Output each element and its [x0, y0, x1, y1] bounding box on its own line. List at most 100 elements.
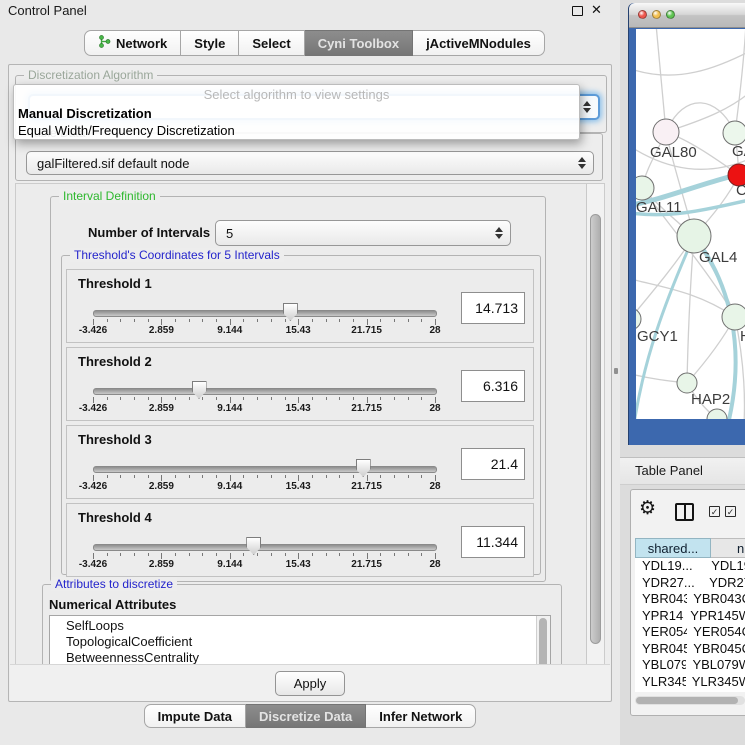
network-icon: [98, 35, 111, 51]
threshold-value-field[interactable]: 21.4: [461, 448, 525, 480]
slider-tick: [394, 553, 395, 556]
threshold-slider-thumb[interactable]: [246, 537, 261, 555]
tab-discretize-data[interactable]: Discretize Data: [246, 704, 366, 728]
tab-cyni-toolbox-label: Cyni Toolbox: [318, 36, 399, 51]
table-panel-box: ⚙ ✓ ✓ shared... n YDL19...YDL19YDR27...Y…: [630, 489, 745, 716]
network-node[interactable]: [636, 176, 654, 200]
slider-tick: [243, 319, 244, 322]
threshold-slider-track[interactable]: [93, 388, 437, 395]
table-row[interactable]: YBL079WYBL079W: [635, 657, 745, 674]
table-row[interactable]: YLR345WYLR345W: [635, 674, 745, 691]
table-row[interactable]: YPR145WYPR145W: [635, 608, 745, 625]
attribute-list-item[interactable]: TopologicalCoefficient: [50, 634, 550, 650]
threshold-value-field[interactable]: 6.316: [461, 370, 525, 402]
node-attribute-table[interactable]: shared... n YDL19...YDL19YDR27...YDR27YB…: [635, 538, 745, 692]
gear-icon[interactable]: ⚙: [639, 499, 656, 518]
threshold-label: Threshold 3: [78, 432, 152, 447]
network-node[interactable]: [722, 304, 745, 330]
column-header-shared[interactable]: shared...: [635, 538, 711, 558]
slider-tick: [339, 553, 340, 556]
tab-cyni-toolbox[interactable]: Cyni Toolbox: [305, 30, 413, 56]
threshold-slider-track[interactable]: [93, 544, 437, 551]
threshold-slider-thumb[interactable]: [192, 381, 207, 399]
network-node[interactable]: [653, 119, 679, 145]
apply-button[interactable]: Apply: [275, 671, 345, 696]
mac-minimize-button[interactable]: [652, 10, 661, 19]
float-window-icon[interactable]: [572, 6, 583, 16]
slider-tick: [134, 475, 135, 478]
table-horizontal-scrollbar[interactable]: [635, 696, 745, 705]
close-icon[interactable]: ✕: [591, 2, 602, 18]
number-of-intervals-combobox[interactable]: 5: [215, 220, 511, 246]
table-row[interactable]: YER054CYER054C: [635, 624, 745, 641]
network-window-titlebar[interactable]: [629, 3, 745, 28]
network-canvas[interactable]: GAL80GACGAL11GAL4GCY1HHAP2: [636, 29, 745, 419]
slider-tick: [285, 553, 286, 556]
column-header-name[interactable]: n: [711, 538, 745, 558]
threshold-slider-track[interactable]: [93, 466, 437, 473]
table-row[interactable]: YBR043CYBR043C: [635, 591, 745, 608]
table-row[interactable]: YDR27...YDR27: [635, 575, 745, 592]
network-node-label: H: [740, 328, 745, 345]
algorithm-option-manual[interactable]: Manual Discretization: [14, 105, 579, 122]
apply-row: Apply: [10, 664, 610, 701]
cell-name: YER054C: [687, 624, 745, 641]
table-row[interactable]: YDL19...YDL19: [635, 558, 745, 575]
threshold-value-field[interactable]: 14.713: [461, 292, 525, 324]
algorithm-dropdown-popup: Select algorithm to view settings Manual…: [13, 84, 580, 140]
checkbox-icon-2[interactable]: ✓: [725, 506, 736, 517]
splitpane-divider-handle[interactable]: [614, 368, 618, 374]
slider-tick-label: 2.859: [149, 403, 174, 414]
table-panel-title: Table Panel: [635, 463, 703, 478]
table-data-selected-value: galFiltered.sif default node: [37, 156, 189, 171]
table-row[interactable]: YBR045CYBR045C: [635, 641, 745, 658]
table-data-group: Table Data galFiltered.sif default node: [15, 133, 603, 181]
numerical-attributes-list[interactable]: SelfLoopsTopologicalCoefficientBetweenne…: [49, 615, 551, 665]
slider-tick: [216, 397, 217, 400]
slider-tick: [271, 397, 272, 400]
threshold-slider-thumb[interactable]: [356, 459, 371, 477]
tab-jactivemnodules[interactable]: jActiveMNodules: [413, 30, 545, 56]
slider-tick: [285, 397, 286, 400]
table-data-combobox[interactable]: galFiltered.sif default node: [26, 151, 594, 175]
tab-impute-data[interactable]: Impute Data: [144, 704, 246, 728]
settings-vertical-scrollbar[interactable]: [586, 184, 604, 664]
slider-tick: [326, 553, 327, 556]
slider-tick-label: 15.43: [286, 481, 311, 492]
network-node-label: GA: [732, 143, 745, 160]
slider-tick: [408, 475, 409, 478]
network-node[interactable]: [677, 373, 697, 393]
tab-style[interactable]: Style: [181, 30, 239, 56]
table-row[interactable]: YIL052CYIL052C: [635, 690, 745, 692]
network-node[interactable]: [677, 219, 711, 253]
tab-network[interactable]: Network: [84, 30, 181, 56]
network-node[interactable]: [636, 308, 641, 330]
columns-icon[interactable]: [675, 503, 694, 521]
slider-tick: [312, 397, 313, 400]
attributes-list-scrollbar[interactable]: [536, 616, 550, 665]
table-rows: YDL19...YDL19YDR27...YDR27YBR043CYBR043C…: [635, 558, 745, 692]
slider-tick-label: 28: [429, 325, 440, 336]
attribute-list-item[interactable]: SelfLoops: [50, 618, 550, 634]
threshold-row: Threshold 2-3.4262.8599.14415.4321.71528…: [66, 347, 534, 421]
network-node[interactable]: [707, 409, 727, 419]
combo-arrows-icon: [583, 101, 591, 113]
slider-tick: [421, 553, 422, 556]
threshold-value-field[interactable]: 11.344: [461, 526, 525, 558]
slider-tick: [380, 319, 381, 322]
threshold-slider-track[interactable]: [93, 310, 437, 317]
tab-infer-network[interactable]: Infer Network: [366, 704, 476, 728]
algorithm-option-equal-width[interactable]: Equal Width/Frequency Discretization: [14, 122, 579, 139]
tab-select[interactable]: Select: [239, 30, 304, 56]
slider-tick-label: 9.144: [217, 559, 242, 570]
mac-close-button[interactable]: [638, 10, 647, 19]
network-node[interactable]: [723, 121, 745, 145]
slider-tick: [353, 397, 354, 400]
cell-name: YPR145W: [684, 608, 745, 625]
slider-tick: [353, 319, 354, 322]
slider-tick: [107, 397, 108, 400]
mac-zoom-button[interactable]: [666, 10, 675, 19]
checkbox-icon-1[interactable]: ✓: [709, 506, 720, 517]
attribute-list-item[interactable]: BetweennessCentrality: [50, 650, 550, 665]
threshold-label: Threshold 4: [78, 510, 152, 525]
